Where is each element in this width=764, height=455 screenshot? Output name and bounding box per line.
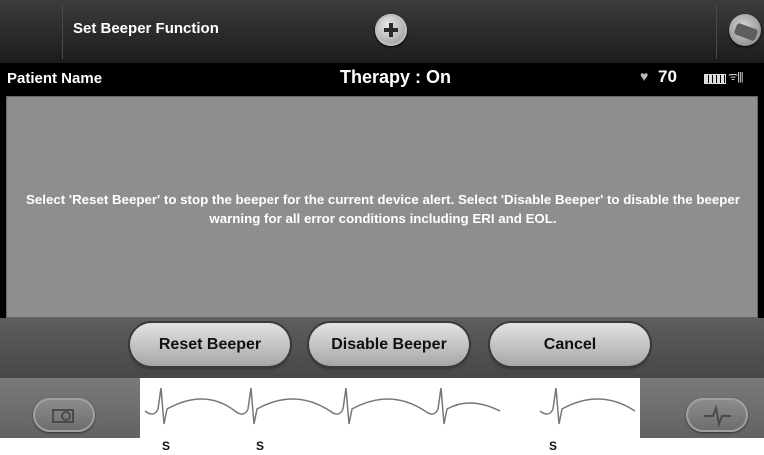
heart-rate-value: 70 — [658, 67, 677, 86]
page-title: Set Beeper Function — [73, 20, 219, 37]
cancel-button[interactable]: Cancel — [490, 323, 650, 366]
battery-icon — [704, 74, 726, 84]
waveform-icon[interactable] — [686, 398, 748, 432]
pace-marker: S — [162, 439, 171, 453]
camera-icon-glyph — [52, 409, 74, 423]
beeper-message: Select 'Reset Beeper' to stop the beeper… — [26, 192, 740, 226]
plus-circle-icon[interactable] — [375, 14, 407, 46]
heart-icon: ♥ — [640, 68, 649, 84]
camera-icon[interactable] — [33, 398, 95, 432]
pace-marker: S — [549, 439, 558, 453]
message-panel: Select 'Reset Beeper' to stop the beeper… — [6, 96, 758, 318]
user-icon-glyph — [733, 22, 759, 42]
patient-name: Patient Name — [7, 70, 103, 87]
user-icon[interactable] — [729, 14, 761, 46]
pace-marker-row: S S S — [0, 438, 764, 455]
waveform-icon-glyph — [704, 404, 731, 428]
therapy-status: Therapy : On — [340, 67, 452, 87]
signal-icon: ᯤ||| — [728, 71, 744, 83]
title-divider — [62, 4, 63, 59]
reset-beeper-button[interactable]: Reset Beeper — [130, 323, 290, 366]
disable-beeper-button[interactable]: Disable Beeper — [309, 323, 469, 366]
pace-marker: S — [256, 439, 265, 453]
ecg-waveform — [140, 378, 640, 438]
top-bar: Set Beeper Function — [0, 0, 764, 63]
button-bar: Reset Beeper Disable Beeper Cancel — [0, 318, 764, 378]
status-bar: Patient Name Therapy : On ♥ 70 ᯤ||| — [0, 63, 764, 93]
profile-divider — [716, 4, 717, 59]
